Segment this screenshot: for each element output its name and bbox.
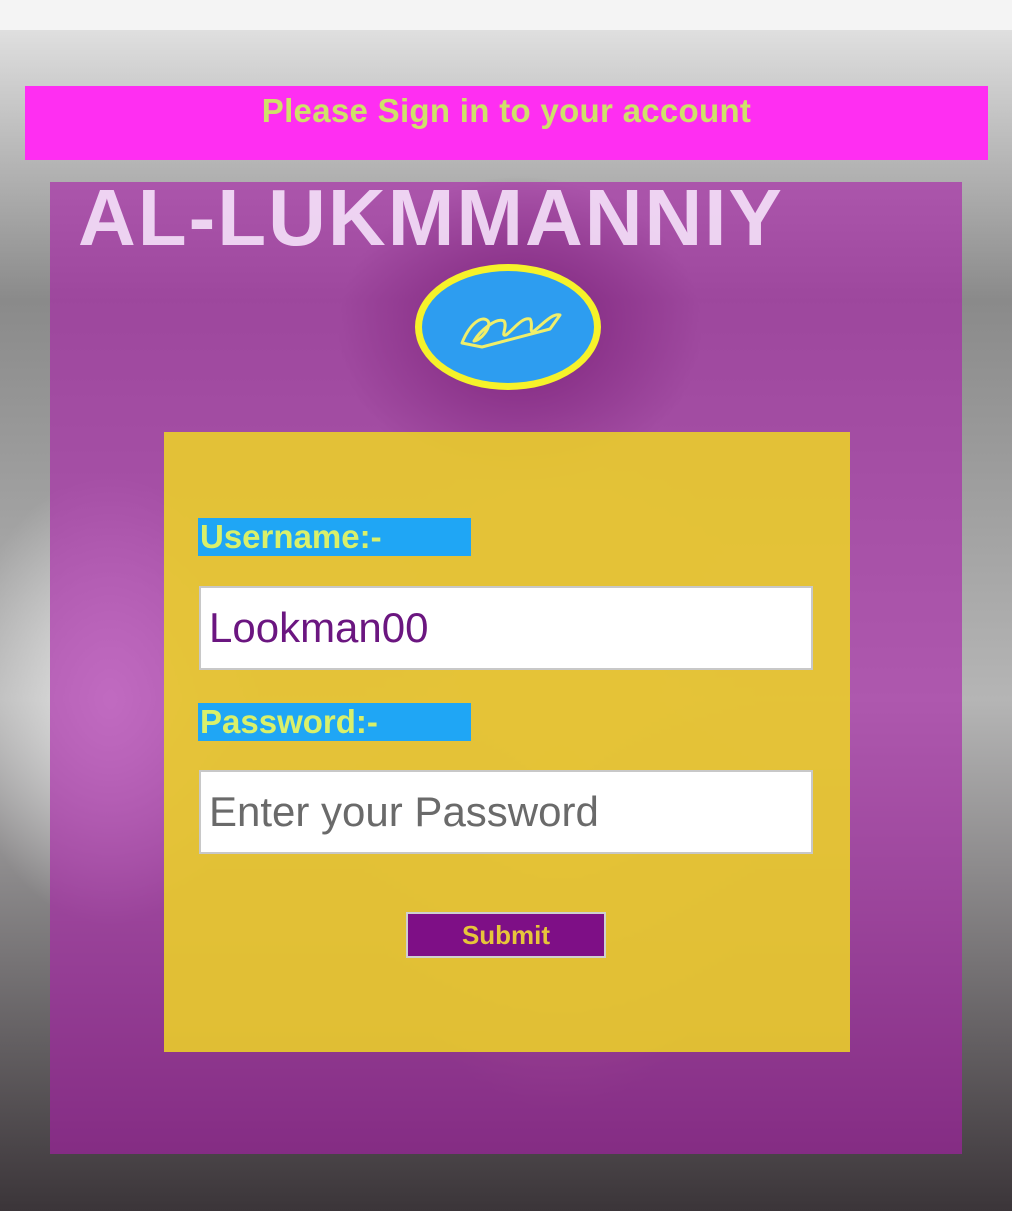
password-label: Password:- — [198, 703, 471, 741]
username-label: Username:- — [198, 518, 471, 556]
password-input[interactable] — [199, 770, 813, 854]
top-strip — [0, 0, 1012, 30]
brand-name: AL-LUKMMANNIY — [78, 173, 784, 262]
signature-logo-icon — [415, 264, 601, 390]
header-banner: Please Sign in to your account — [25, 86, 988, 160]
page-title: Please Sign in to your account — [261, 92, 752, 129]
submit-button[interactable]: Submit — [406, 912, 606, 958]
username-input[interactable] — [199, 586, 813, 670]
